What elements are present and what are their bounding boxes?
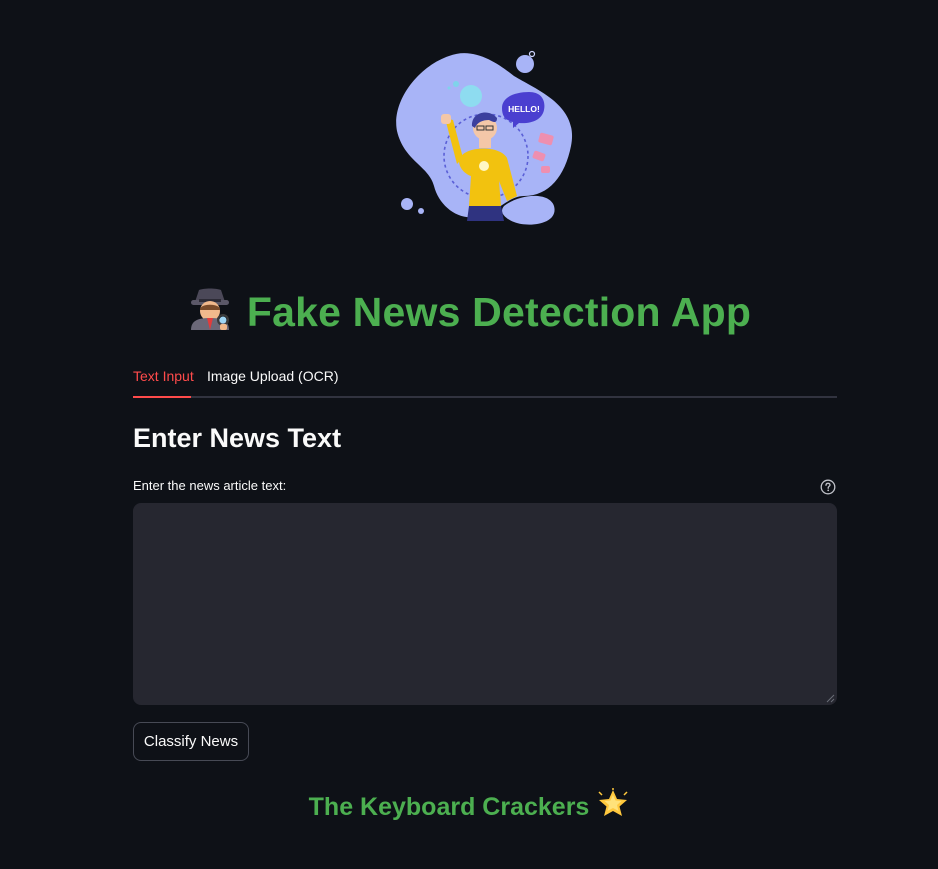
- footer-text: The Keyboard Crackers: [308, 793, 590, 821]
- speech-bubble-text: HELLO!: [508, 104, 540, 114]
- hero-illustration: HELLO!: [396, 50, 573, 225]
- news-text-input[interactable]: [133, 503, 837, 705]
- tab-bar: Text Input Image Upload (OCR): [133, 364, 837, 398]
- tab-image-upload[interactable]: Image Upload (OCR): [207, 368, 339, 384]
- question-circle-icon[interactable]: [820, 479, 836, 495]
- classify-news-button[interactable]: Classify News: [133, 722, 249, 761]
- tab-image-upload-label: Image Upload (OCR): [207, 368, 339, 384]
- news-text-label: Enter the news article text:: [133, 478, 287, 493]
- section-title: Enter News Text: [133, 423, 342, 453]
- tab-text-input[interactable]: Text Input: [133, 368, 194, 384]
- active-tab-indicator: [133, 396, 191, 398]
- footer-credit: The Keyboard Crackers: [0, 788, 938, 825]
- page-title-text: Fake News Detection App: [246, 289, 752, 335]
- resize-handle-icon[interactable]: [826, 694, 835, 703]
- glowing-star-icon: [597, 788, 629, 825]
- detective-icon: [187, 286, 233, 340]
- tab-text-input-label: Text Input: [133, 368, 194, 384]
- page-title: Fake News Detection App: [0, 286, 938, 340]
